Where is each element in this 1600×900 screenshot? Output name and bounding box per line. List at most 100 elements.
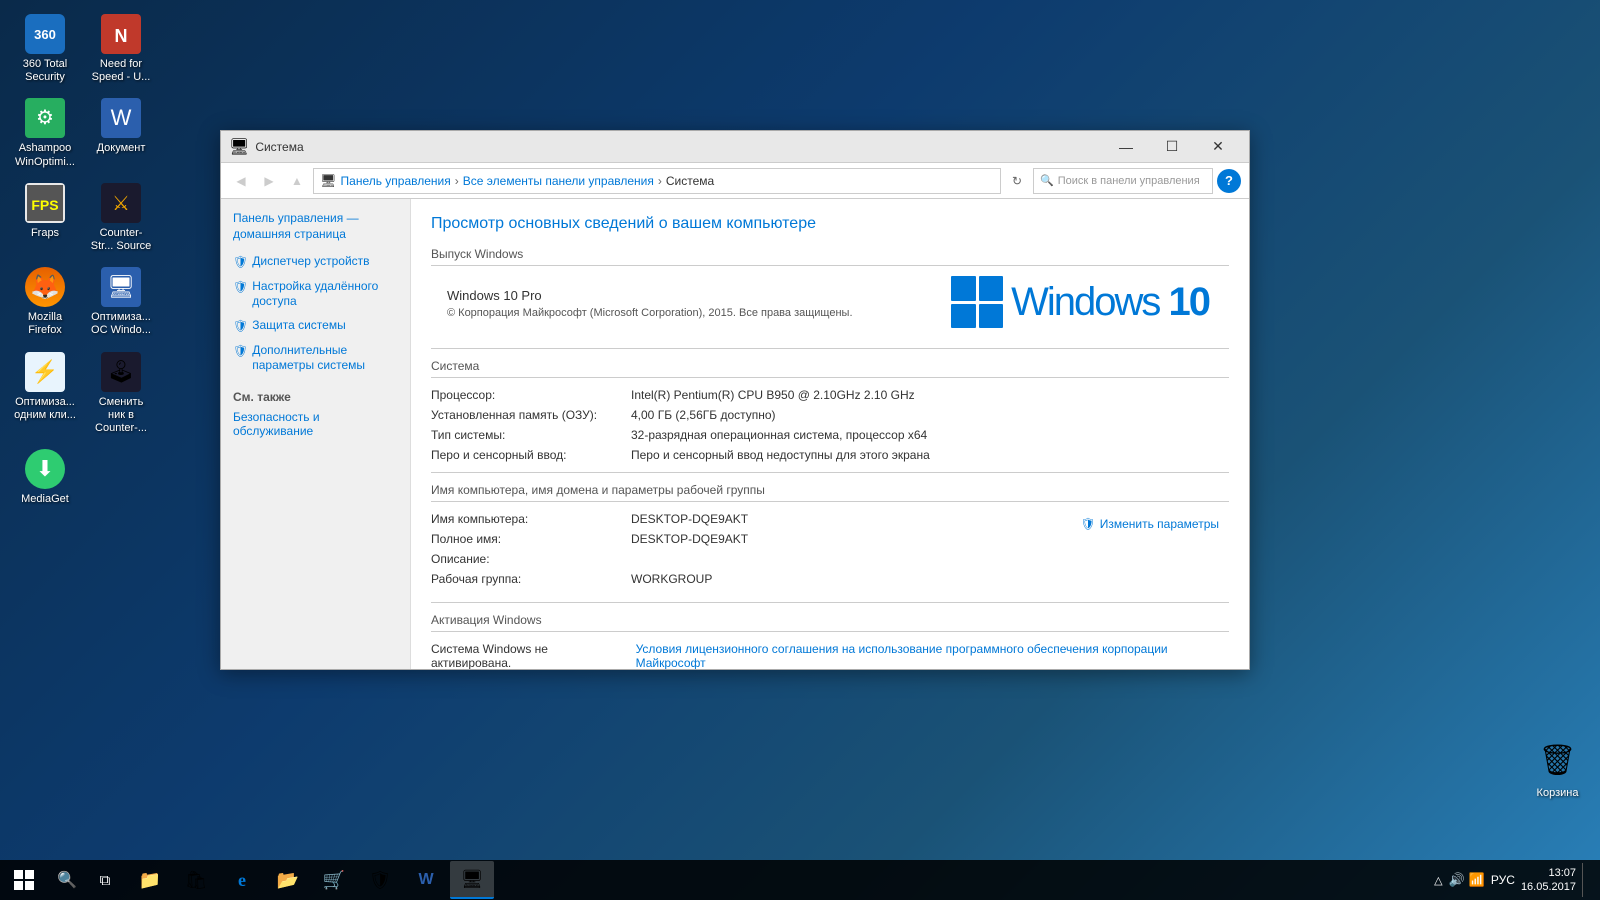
- activation-section-header: Активация Windows: [431, 613, 1229, 632]
- desktop-icon-doc[interactable]: W Документ: [86, 94, 156, 172]
- desktop-icon-firefox[interactable]: 🦊 Mozilla Firefox: [10, 263, 80, 341]
- address-part-2: Все элементы панели управления: [463, 174, 654, 188]
- taskbar-language[interactable]: РУС: [1491, 873, 1515, 887]
- taskbar-time: 13:07: [1548, 866, 1576, 880]
- system-section-header: Система: [431, 359, 1229, 378]
- address-part-3: Система: [666, 174, 714, 188]
- network-icon[interactable]: 📶: [1469, 872, 1485, 888]
- sidebar-home[interactable]: Панель управления — домашняя страница: [221, 211, 410, 250]
- desktop: 360 360 Total Security N Need for Speed …: [0, 0, 1600, 860]
- recycle-bin[interactable]: 🗑 Корзина: [1535, 738, 1580, 800]
- desktop-icon-mediaget[interactable]: ⬇ MediaGet: [10, 445, 80, 510]
- taskbar-app-store2[interactable]: 🛒: [312, 861, 356, 899]
- system-section: Система Процессор: Intel(R) Pentium(R) C…: [431, 359, 1229, 462]
- window-icon: 🖥: [229, 137, 249, 157]
- system-window: 🖥 Система — ☐ ✕ ◀ ▶ ▲ 🖥 Панель управлени…: [220, 130, 1250, 670]
- taskbar-app-word[interactable]: W: [404, 861, 448, 899]
- activation-section: Активация Windows Система Windows не акт…: [431, 613, 1229, 669]
- taskbar-apps: 📁 🛍 e 📂 🛒 🛡 W 🖥: [124, 860, 1424, 900]
- nav-up[interactable]: ▲: [285, 169, 309, 193]
- desktop-icon-counter[interactable]: ⚔ Counter-Str... Source: [86, 179, 156, 257]
- change-params-link[interactable]: 🛡 Изменить параметры: [1080, 516, 1219, 533]
- taskbar-app-shield[interactable]: 🛡: [358, 861, 402, 899]
- taskbar-app-explorer[interactable]: 📁: [128, 861, 172, 899]
- windows-start-icon: [14, 870, 34, 890]
- taskbar-app-edge[interactable]: e: [220, 861, 264, 899]
- address-icon: 🖥: [320, 173, 337, 189]
- search-icon: 🔍: [1040, 174, 1054, 187]
- computer-section-header: Имя компьютера, имя домена и параметры р…: [431, 483, 1229, 502]
- svg-text:FPS: FPS: [31, 197, 58, 213]
- desktop-icon-360[interactable]: 360 360 Total Security: [10, 10, 80, 88]
- windows10-text: Windows 10: [1011, 280, 1209, 325]
- window-titlebar: 🖥 Система — ☐ ✕: [221, 131, 1249, 163]
- desktop-icon-optwin[interactable]: 🖥 Оптимиза... ОС Windo...: [86, 263, 156, 341]
- divider-1: [431, 348, 1229, 349]
- sidebar-device-manager[interactable]: 🛡 Диспетчер устройств: [221, 250, 410, 275]
- show-desktop-button[interactable]: [1582, 863, 1590, 897]
- divider-2: [431, 472, 1229, 473]
- search-box[interactable]: 🔍 Поиск в панели управления: [1033, 168, 1213, 194]
- windows-copyright: © Корпорация Майкрософт (Microsoft Corpo…: [447, 307, 853, 319]
- address-path[interactable]: 🖥 Панель управления › Все элементы панел…: [313, 168, 1001, 194]
- sidebar-system-protection[interactable]: 🛡 Защита системы: [221, 314, 410, 339]
- address-refresh[interactable]: ↻: [1005, 169, 1029, 193]
- address-bar: ◀ ▶ ▲ 🖥 Панель управления › Все элементы…: [221, 163, 1249, 199]
- desktop-icon-nfs[interactable]: N Need for Speed - U...: [86, 10, 156, 88]
- sidebar-security-link[interactable]: Безопасность и обслуживание: [221, 408, 410, 440]
- taskbar-app-files[interactable]: 📂: [266, 861, 310, 899]
- svg-text:⚔: ⚔: [112, 193, 130, 215]
- activation-status-row: Система Windows не активирована. Условия…: [431, 642, 1229, 669]
- divider-3: [431, 602, 1229, 603]
- windows-edition-section: Выпуск Windows Windows 10 Pro © Корпорац…: [431, 247, 1229, 338]
- start-button[interactable]: [0, 860, 48, 900]
- activation-not-activated: Система Windows не активирована.: [431, 642, 628, 669]
- taskbar-datetime[interactable]: 13:07 16.05.2017: [1521, 866, 1576, 895]
- taskbar: 🔍 ⧉ 📁 🛍 e 📂 🛒 🛡 W 🖥 △ 🔊 📶 РУС 13:07 16.0…: [0, 860, 1600, 900]
- help-button[interactable]: ?: [1217, 169, 1241, 193]
- nav-back[interactable]: ◀: [229, 169, 253, 193]
- shield-icon-change: 🛡: [1080, 516, 1095, 533]
- shield-icon-2: 🛡: [233, 280, 248, 296]
- windows-flag-icon: [951, 276, 1003, 328]
- recycle-bin-icon: 🗑: [1535, 738, 1580, 783]
- search-button[interactable]: 🔍: [48, 860, 86, 900]
- main-content: Просмотр основных сведений о вашем компь…: [411, 199, 1249, 669]
- desktop-icon-nick[interactable]: 🕹 Сменить ник в Counter-...: [86, 348, 156, 440]
- computer-row-1: Полное имя: DESKTOP-DQE9AKT: [431, 532, 1080, 546]
- computer-section: Имя компьютера, имя домена и параметры р…: [431, 483, 1229, 592]
- windows-logo-block: Windows 10: [951, 276, 1209, 328]
- system-row-1: Установленная память (ОЗУ): 4,00 ГБ (2,5…: [431, 408, 1229, 422]
- desktop-icons: 360 360 Total Security N Need for Speed …: [10, 10, 156, 510]
- computer-row-0: Имя компьютера: DESKTOP-DQE9AKT: [431, 512, 1080, 526]
- window-body: Панель управления — домашняя страница 🛡 …: [221, 199, 1249, 669]
- taskbar-right: △ 🔊 📶 РУС 13:07 16.05.2017: [1424, 863, 1600, 897]
- system-row-0: Процессор: Intel(R) Pentium(R) CPU B950 …: [431, 388, 1229, 402]
- taskbar-app-sys[interactable]: 🖥: [450, 861, 494, 899]
- page-title: Просмотр основных сведений о вашем компь…: [431, 215, 1229, 233]
- nav-forward[interactable]: ▶: [257, 169, 281, 193]
- shield-icon-1: 🛡: [233, 255, 248, 271]
- sidebar-remote-access[interactable]: 🛡 Настройка удалённого доступа: [221, 275, 410, 314]
- desktop-icon-fraps[interactable]: FPS Fraps: [10, 179, 80, 257]
- volume-icon[interactable]: 🔊: [1449, 872, 1465, 888]
- maximize-button[interactable]: ☐: [1149, 131, 1195, 163]
- taskbar-date: 16.05.2017: [1521, 880, 1576, 894]
- taskbar-app-store[interactable]: 🛍: [174, 861, 218, 899]
- address-part-1: Панель управления: [341, 174, 451, 188]
- taskbar-notification-icon: 🔊 📶: [1449, 872, 1485, 888]
- shield-icon-4: 🛡: [233, 344, 248, 360]
- svg-text:⚙: ⚙: [36, 107, 54, 129]
- computer-row-2: Описание:: [431, 552, 1080, 566]
- sidebar-advanced-params[interactable]: 🛡 Дополнительные параметры системы: [221, 339, 410, 378]
- activation-license-link[interactable]: Условия лицензионного соглашения на испо…: [636, 642, 1229, 669]
- desktop-icon-opt1[interactable]: ⚡ Оптимиза... одним кли...: [10, 348, 80, 440]
- taskbar-chevron[interactable]: △: [1434, 874, 1442, 887]
- desktop-icon-ashampoo[interactable]: ⚙ Ashampoo WinOptimi...: [10, 94, 80, 172]
- system-row-2: Тип системы: 32-разрядная операционная с…: [431, 428, 1229, 442]
- minimize-button[interactable]: —: [1103, 131, 1149, 163]
- task-view-button[interactable]: ⧉: [86, 860, 124, 900]
- close-button[interactable]: ✕: [1195, 131, 1241, 163]
- release-section-header: Выпуск Windows: [431, 247, 1229, 266]
- shield-icon-3: 🛡: [233, 319, 248, 335]
